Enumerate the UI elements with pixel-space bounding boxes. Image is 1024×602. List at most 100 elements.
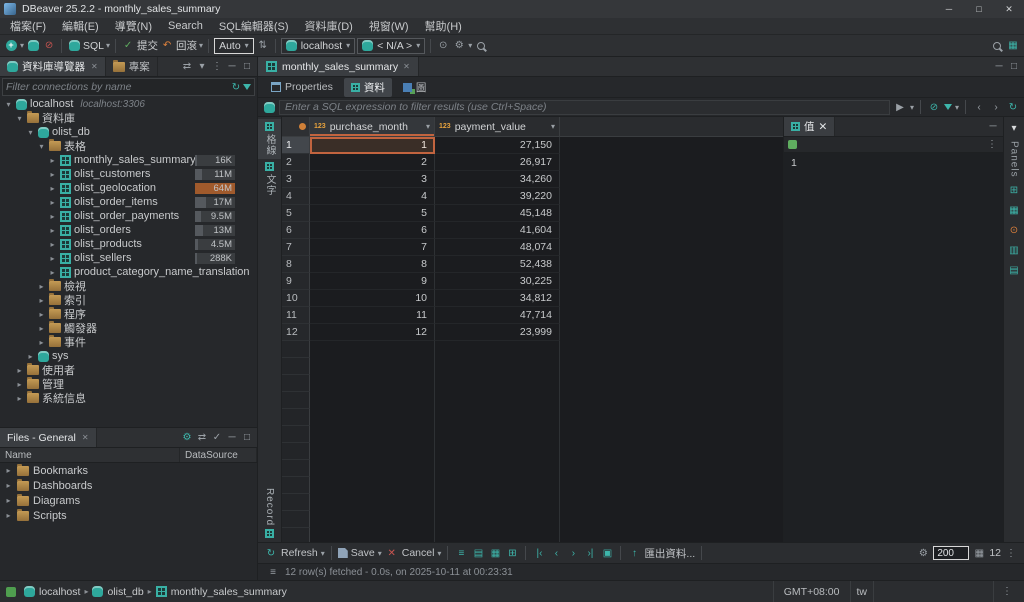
- file-item-Scripts[interactable]: ▸ Scripts: [0, 508, 257, 523]
- filter-funnel-icon[interactable]: [243, 84, 251, 90]
- maximize-panel-icon[interactable]: □: [240, 60, 254, 74]
- tree-item-olist_orders[interactable]: ▸ olist_orders 13M: [0, 223, 257, 237]
- menu-item-編輯(E)[interactable]: 編輯(E): [54, 18, 107, 34]
- menu-item-視窗(W)[interactable]: 視窗(W): [361, 18, 417, 34]
- tree-item-olist_customers[interactable]: ▸ olist_customers 11M: [0, 167, 257, 181]
- tree-item-資料庫[interactable]: ▾ 資料庫: [0, 111, 257, 125]
- collapse-all-icon[interactable]: ▾: [195, 60, 209, 74]
- cell-payment-value[interactable]: 39,220: [435, 188, 560, 205]
- tree-item-事件[interactable]: ▸ 事件: [0, 335, 257, 349]
- toggle-panels-icon[interactable]: ▾: [1007, 121, 1021, 135]
- presentation-tab-文字[interactable]: 文字: [258, 159, 281, 199]
- grouping-icon[interactable]: ▦: [488, 546, 502, 560]
- value-content[interactable]: 1: [784, 153, 1003, 542]
- order-filter-icon[interactable]: ≡: [454, 546, 468, 560]
- record-mode-icon[interactable]: [265, 529, 274, 538]
- row-number[interactable]: 6: [282, 222, 310, 239]
- database-select[interactable]: < N/A > ▾: [357, 37, 426, 54]
- grid-corner-cell[interactable]: [282, 117, 310, 136]
- rollback-icon[interactable]: ↶: [160, 39, 174, 53]
- link-editor-icon[interactable]: ⇄: [180, 60, 194, 74]
- cell-purchase-month[interactable]: 8: [310, 256, 435, 273]
- expander-icon[interactable]: ▸: [48, 212, 57, 221]
- sql-filter-input[interactable]: [285, 101, 884, 113]
- save-icon[interactable]: [337, 548, 348, 558]
- row-number[interactable]: 2: [282, 154, 310, 171]
- tab-database-navigator[interactable]: 資料庫導覽器 ✕: [0, 57, 106, 76]
- tree-item-系統信息[interactable]: ▸ 系統信息: [0, 391, 257, 405]
- row-number[interactable]: 1: [282, 137, 310, 154]
- tree-item-索引[interactable]: ▸ 索引: [0, 293, 257, 307]
- export-icon[interactable]: ↑: [627, 546, 641, 560]
- tree-item-管理[interactable]: ▸ 管理: [0, 377, 257, 391]
- maximize-window-icon[interactable]: □: [964, 0, 994, 18]
- fetch-settings-icon[interactable]: ⚙: [916, 546, 930, 560]
- menu-item-資料庫(D)[interactable]: 資料庫(D): [297, 18, 361, 34]
- file-item-Dashboards[interactable]: ▸ Dashboards: [0, 478, 257, 493]
- minimize-panel-icon[interactable]: ─: [225, 60, 239, 74]
- pinned-panel-icon[interactable]: ⊙: [1007, 224, 1021, 238]
- expander-icon[interactable]: ▸: [37, 282, 46, 291]
- filter-funnel-icon[interactable]: [943, 104, 952, 110]
- close-icon[interactable]: ✕: [82, 433, 89, 442]
- aggregate-panel-icon[interactable]: ▦: [1007, 204, 1021, 218]
- rollback-button[interactable]: 回滾: [176, 38, 197, 53]
- menu-item-SQL編輯器(S)[interactable]: SQL編輯器(S): [211, 18, 297, 34]
- minimize-panel-icon[interactable]: ─: [986, 120, 1000, 134]
- menu-item-幫助(H)[interactable]: 幫助(H): [417, 18, 470, 34]
- tab-projects[interactable]: 專案: [106, 57, 158, 76]
- network-icon[interactable]: ⊙: [436, 39, 450, 53]
- expander-icon[interactable]: ▸: [48, 184, 57, 193]
- sql-editor-button[interactable]: SQL: [83, 40, 104, 52]
- refresh-button[interactable]: Refresh: [281, 547, 318, 559]
- refresh-results-icon[interactable]: ↻: [1006, 100, 1020, 114]
- tree-item-程序[interactable]: ▸ 程序: [0, 307, 257, 321]
- settings-icon[interactable]: ⚙: [180, 431, 194, 445]
- expander-icon[interactable]: ▸: [48, 156, 57, 165]
- maximize-panel-icon[interactable]: □: [240, 431, 254, 445]
- expander-icon[interactable]: ▸: [37, 338, 46, 347]
- row-number[interactable]: 12: [282, 324, 310, 341]
- expander-icon[interactable]: ▸: [4, 466, 13, 475]
- file-item-Bookmarks[interactable]: ▸ Bookmarks: [0, 463, 257, 478]
- connect-icon[interactable]: [26, 39, 40, 53]
- last-row-icon[interactable]: ›|: [583, 546, 597, 560]
- close-window-icon[interactable]: ✕: [994, 0, 1024, 18]
- presentation-tab-格線[interactable]: 格線: [258, 119, 281, 159]
- chevron-down-icon[interactable]: ▾: [199, 41, 203, 50]
- fetch-size-input[interactable]: [933, 546, 970, 560]
- row-number[interactable]: 11: [282, 307, 310, 324]
- expander-icon[interactable]: ▸: [4, 481, 13, 490]
- chevron-down-icon[interactable]: ▾: [468, 41, 472, 50]
- tree-item-使用者[interactable]: ▸ 使用者: [0, 363, 257, 377]
- row-count-icon[interactable]: ▦: [972, 546, 986, 560]
- tree-item-localhost[interactable]: ▾ localhost localhost:3306: [0, 97, 257, 111]
- refresh-icon[interactable]: ↻: [229, 80, 243, 94]
- cell-payment-value[interactable]: 27,150: [435, 137, 560, 154]
- expander-icon[interactable]: ▸: [48, 254, 57, 263]
- history-back-icon[interactable]: ‹: [972, 100, 986, 114]
- tab-files-general[interactable]: Files - General ✕: [0, 428, 97, 447]
- column-dropdown-icon[interactable]: ▾: [426, 122, 430, 131]
- expander-icon[interactable]: ▸: [48, 268, 57, 277]
- cancel-button[interactable]: Cancel: [402, 547, 435, 559]
- filter-panel-icon[interactable]: ▤: [471, 546, 485, 560]
- tree-item-olist_order_items[interactable]: ▸ olist_order_items 17M: [0, 195, 257, 209]
- expander-icon[interactable]: ▸: [37, 296, 46, 305]
- filter-connections-input[interactable]: [6, 81, 229, 93]
- references-panel-icon[interactable]: ▥: [1007, 244, 1021, 258]
- chevron-down-icon[interactable]: ▾: [378, 549, 382, 558]
- expander-icon[interactable]: ▾: [15, 114, 24, 123]
- minimize-editor-icon[interactable]: ─: [992, 60, 1006, 74]
- tree-item-檢視[interactable]: ▸ 檢視: [0, 279, 257, 293]
- search-icon[interactable]: [474, 39, 488, 53]
- view-menu-icon[interactable]: ⋮: [210, 60, 224, 74]
- tree-item-表格[interactable]: ▾ 表格: [0, 139, 257, 153]
- chevron-down-icon[interactable]: ▾: [910, 103, 914, 112]
- cell-purchase-month[interactable]: 6: [310, 222, 435, 239]
- row-number[interactable]: 3: [282, 171, 310, 188]
- focus-cell-icon[interactable]: ▣: [600, 546, 614, 560]
- column-header-name[interactable]: Name: [0, 448, 180, 462]
- perspective-icon[interactable]: ▦: [1006, 39, 1020, 53]
- refresh-connection-icon[interactable]: ⇅: [256, 39, 270, 53]
